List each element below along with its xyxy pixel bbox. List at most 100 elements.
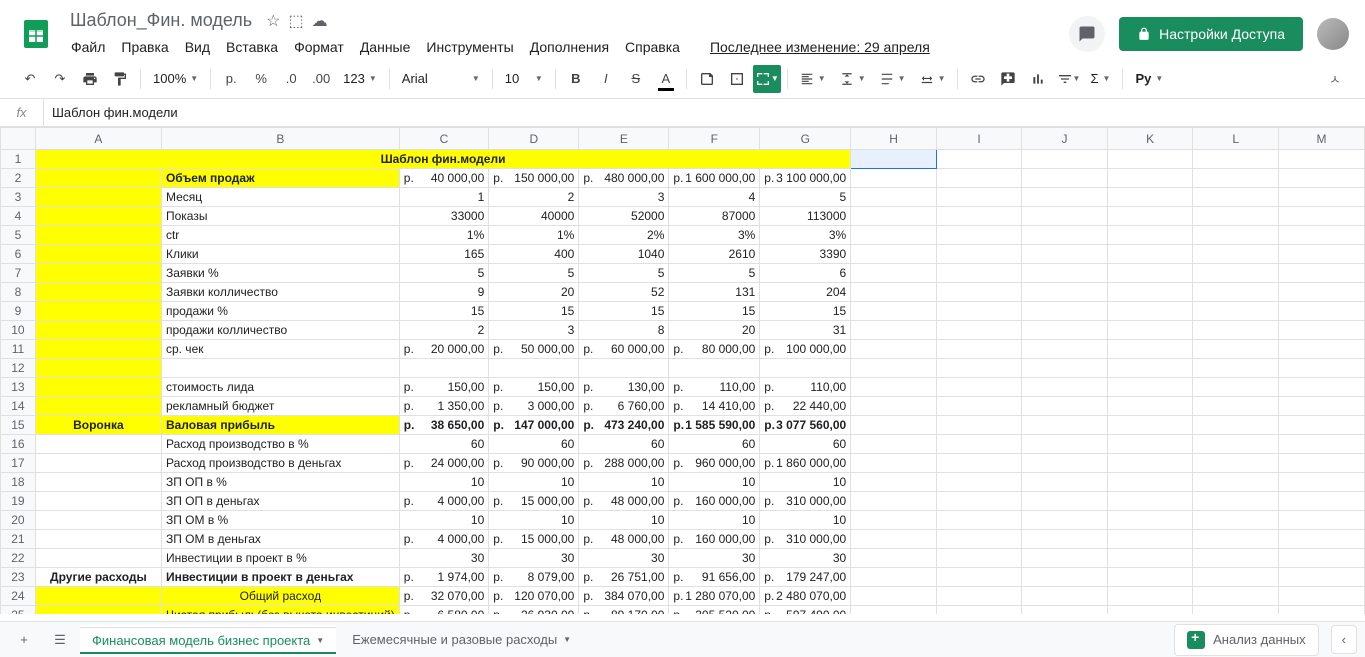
cell-E8[interactable]: 52 (579, 283, 669, 302)
cell-F4[interactable]: 87000 (669, 207, 760, 226)
col-header-D[interactable]: D (489, 128, 579, 150)
cell-D24[interactable]: р.120 070,00 (489, 587, 579, 606)
cell-B19[interactable]: ЗП ОП в деньгах (161, 492, 399, 511)
formula-input[interactable]: Шаблон фин.модели (44, 105, 1365, 120)
cell-E19[interactable]: р.48 000,00 (579, 492, 669, 511)
cell-D16[interactable]: 60 (489, 435, 579, 454)
col-header-L[interactable]: L (1193, 128, 1279, 150)
cell-title[interactable]: Шаблон фин.модели (35, 150, 850, 169)
cell-E17[interactable]: р.288 000,00 (579, 454, 669, 473)
row-header-21[interactable]: 21 (1, 530, 36, 549)
cell-A14[interactable] (35, 397, 161, 416)
sheet-tab-active[interactable]: Финансовая модель бизнес проекта▼ (80, 625, 336, 654)
cell-D10[interactable]: 3 (489, 321, 579, 340)
cell-E24[interactable]: р.384 070,00 (579, 587, 669, 606)
col-header-M[interactable]: M (1279, 128, 1365, 150)
row-header-25[interactable]: 25 (1, 606, 36, 615)
cell-F25[interactable]: р.305 520,00 (669, 606, 760, 615)
cell-A2[interactable] (35, 169, 161, 188)
rotate-button[interactable]: ▼ (914, 65, 952, 93)
col-header-K[interactable]: K (1107, 128, 1193, 150)
cell-C24[interactable]: р.32 070,00 (399, 587, 489, 606)
col-header-E[interactable]: E (579, 128, 669, 150)
menu-Дополнения[interactable]: Дополнения (523, 35, 616, 59)
cell-G14[interactable]: р.22 440,00 (760, 397, 851, 416)
cell-D12[interactable] (489, 359, 579, 378)
cell-G23[interactable]: р.179 247,00 (760, 568, 851, 587)
cell-B21[interactable]: ЗП ОМ в деньгах (161, 530, 399, 549)
cell-A13[interactable] (35, 378, 161, 397)
cell-C17[interactable]: р.24 000,00 (399, 454, 489, 473)
row-header-7[interactable]: 7 (1, 264, 36, 283)
all-sheets-button[interactable]: ☰ (44, 626, 76, 654)
cell-E2[interactable]: р.480 000,00 (579, 169, 669, 188)
add-sheet-button[interactable]: + (8, 626, 40, 654)
cell-E15[interactable]: р.473 240,00 (579, 416, 669, 435)
cell-C22[interactable]: 30 (399, 549, 489, 568)
row-header-23[interactable]: 23 (1, 568, 36, 587)
cell-C21[interactable]: р.4 000,00 (399, 530, 489, 549)
row-header-24[interactable]: 24 (1, 587, 36, 606)
cell-G3[interactable]: 5 (760, 188, 851, 207)
row-header-16[interactable]: 16 (1, 435, 36, 454)
filter-button[interactable]: ▼ (1054, 65, 1082, 93)
menu-Инструменты[interactable]: Инструменты (419, 35, 520, 59)
cell-G8[interactable]: 204 (760, 283, 851, 302)
cell-F22[interactable]: 30 (669, 549, 760, 568)
cell-D23[interactable]: р.8 079,00 (489, 568, 579, 587)
side-panel-button[interactable]: ‹ (1331, 625, 1357, 654)
row-header-2[interactable]: 2 (1, 169, 36, 188)
cell-G20[interactable]: 10 (760, 511, 851, 530)
percent-button[interactable]: % (247, 65, 275, 93)
cell-D25[interactable]: р.26 930,00 (489, 606, 579, 615)
cell-G9[interactable]: 15 (760, 302, 851, 321)
cell-D20[interactable]: 10 (489, 511, 579, 530)
cell-G16[interactable]: 60 (760, 435, 851, 454)
cell-B20[interactable]: ЗП ОМ в % (161, 511, 399, 530)
cell-F6[interactable]: 2610 (669, 245, 760, 264)
cell-A17[interactable] (35, 454, 161, 473)
cell-B8[interactable]: Заявки колличество (161, 283, 399, 302)
cell-B7[interactable]: Заявки % (161, 264, 399, 283)
currency-button[interactable]: р. (217, 65, 245, 93)
cell-F5[interactable]: 3% (669, 226, 760, 245)
cell-B16[interactable]: Расход производство в % (161, 435, 399, 454)
row-header-14[interactable]: 14 (1, 397, 36, 416)
cell-F15[interactable]: р.1 585 590,00 (669, 416, 760, 435)
cell-F19[interactable]: р.160 000,00 (669, 492, 760, 511)
comments-button[interactable] (1069, 16, 1105, 52)
zoom-select[interactable]: 100%▼ (147, 65, 204, 93)
cell-C16[interactable]: 60 (399, 435, 489, 454)
bold-button[interactable]: B (562, 65, 590, 93)
cell-A8[interactable] (35, 283, 161, 302)
cell-G13[interactable]: р.110,00 (760, 378, 851, 397)
cell-D2[interactable]: р.150 000,00 (489, 169, 579, 188)
cell-G25[interactable]: р.597 490,00 (760, 606, 851, 615)
cell-E6[interactable]: 1040 (579, 245, 669, 264)
cell-B9[interactable]: продажи % (161, 302, 399, 321)
cell-A7[interactable] (35, 264, 161, 283)
cell-F24[interactable]: р.1 280 070,00 (669, 587, 760, 606)
cell-A23[interactable]: Другие расходы (35, 568, 161, 587)
cell-G12[interactable] (760, 359, 851, 378)
cell-A19[interactable] (35, 492, 161, 511)
cell-G17[interactable]: р.1 860 000,00 (760, 454, 851, 473)
input-tools-button[interactable]: Ру▼ (1129, 65, 1169, 93)
cell-B15[interactable]: Валовая прибыль (161, 416, 399, 435)
cell-D9[interactable]: 15 (489, 302, 579, 321)
cell-B2[interactable]: Объем продаж (161, 169, 399, 188)
cell-D3[interactable]: 2 (489, 188, 579, 207)
cell-B13[interactable]: стоимость лида (161, 378, 399, 397)
menu-Вставка[interactable]: Вставка (219, 35, 285, 59)
h-align-button[interactable]: ▼ (794, 65, 832, 93)
cell-G10[interactable]: 31 (760, 321, 851, 340)
row-header-5[interactable]: 5 (1, 226, 36, 245)
cell-C5[interactable]: 1% (399, 226, 489, 245)
col-header-J[interactable]: J (1022, 128, 1108, 150)
cell-F10[interactable]: 20 (669, 321, 760, 340)
row-header-1[interactable]: 1 (1, 150, 36, 169)
undo-button[interactable]: ↶ (16, 65, 44, 93)
chart-button[interactable] (1024, 65, 1052, 93)
cell-A25[interactable] (35, 606, 161, 615)
print-button[interactable] (76, 65, 104, 93)
